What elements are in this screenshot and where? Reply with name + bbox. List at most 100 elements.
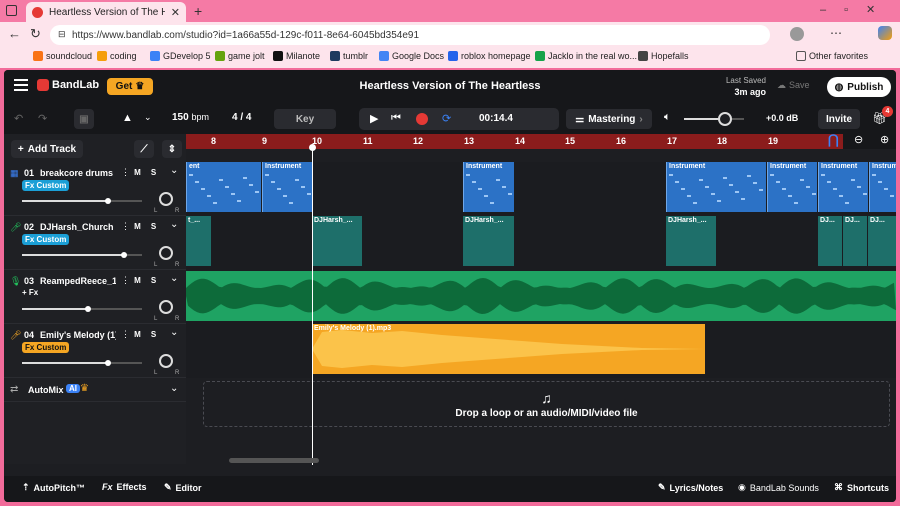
track-header-1[interactable]: ▦ 01 breakcore drums ⋮ M S ⌄ Fx Custom L R	[4, 162, 186, 216]
favorite-item[interactable]: Google Docs	[379, 51, 444, 61]
loop-region-icon[interactable]: ▣	[74, 109, 94, 129]
save-button[interactable]: ☁ Save	[777, 80, 810, 91]
track-fx-button[interactable]: Fx Custom	[22, 342, 70, 353]
track-name[interactable]: breakcore drums	[40, 168, 116, 178]
track-options-icon[interactable]: ⋮	[121, 167, 130, 178]
mute-button[interactable]: M	[132, 167, 143, 178]
audio-clip[interactable]: DJHarsh_...	[312, 216, 362, 266]
volume-thumb[interactable]	[105, 360, 111, 366]
autopitch-button[interactable]: ⇡ AutoPitch™	[22, 482, 85, 493]
redo-icon[interactable]: ↷	[38, 112, 47, 125]
tab-actions-icon[interactable]	[6, 5, 17, 16]
refresh-icon[interactable]: ↻	[30, 26, 41, 42]
bandlab-sounds-button[interactable]: ◉ BandLab Sounds	[738, 482, 819, 493]
undo-icon[interactable]: ↶	[14, 112, 23, 125]
url-field[interactable]: ⊟ https://www.bandlab.com/studio?id=1a66…	[50, 25, 770, 45]
solo-button[interactable]: S	[148, 275, 159, 286]
chevron-down-icon[interactable]: ⌄	[170, 165, 178, 176]
drop-zone[interactable]: ♫ Drop a loop or an audio/MIDI/video fil…	[203, 381, 890, 427]
solo-button[interactable]: S	[148, 329, 159, 340]
track-volume-slider[interactable]	[22, 198, 142, 204]
window-controls[interactable]: –▫✕	[820, 3, 893, 16]
pan-knob[interactable]	[159, 192, 173, 206]
volume-thumb[interactable]	[121, 252, 127, 258]
site-info-icon[interactable]: ⊟	[58, 29, 66, 40]
pan-knob[interactable]	[159, 300, 173, 314]
favorite-item[interactable]: GDevelop 5	[150, 51, 211, 61]
pan-knob[interactable]	[159, 354, 173, 368]
midi-clip[interactable]: Instrument	[463, 162, 514, 212]
copilot-icon[interactable]	[878, 26, 892, 40]
record-icon[interactable]	[416, 113, 428, 125]
audio-clip[interactable]: DJHarsh_...	[463, 216, 514, 266]
track-options-icon[interactable]: ⋮	[121, 329, 130, 340]
editor-button[interactable]: ✎ Editor	[164, 482, 202, 493]
midi-clip[interactable]: Instrument	[869, 162, 896, 212]
favorite-item[interactable]: soundcloud	[33, 51, 92, 61]
track-fx-button[interactable]: Fx Custom	[22, 180, 70, 191]
track-header-2[interactable]: 🎤︎02 DJHarsh_Church B... ⋮MS ⌄ Fx Custom L R	[4, 216, 186, 270]
shortcuts-button[interactable]: ⌘ Shortcuts	[834, 482, 889, 493]
favorite-item[interactable]: roblox homepage	[448, 51, 531, 61]
automix-row[interactable]: ⇄ AutoMix AI ♛ ⌄	[4, 378, 186, 402]
loop-icon[interactable]: ⟳	[442, 112, 451, 125]
horizontal-scrollbar[interactable]	[229, 458, 319, 463]
mute-button[interactable]: M	[132, 275, 143, 286]
other-favorites[interactable]: Other favorites	[796, 51, 868, 61]
midi-clip[interactable]: Instrument	[666, 162, 766, 212]
track-fx-button[interactable]: + Fx	[22, 288, 38, 297]
audio-clip[interactable]: DJHarsh_...	[666, 216, 716, 266]
mastering-button[interactable]: ⚌ Mastering ›	[566, 109, 652, 129]
pan-knob[interactable]	[159, 246, 173, 260]
audio-clip[interactable]: t_...	[186, 216, 211, 266]
skip-to-start-icon[interactable]: ⏮	[391, 112, 401, 125]
close-tab-icon[interactable]: ✕	[171, 6, 180, 19]
track-fx-button[interactable]: Fx Custom	[22, 234, 70, 245]
track-header-3[interactable]: 🎙︎03 ReampedReece_17... ⋮MS ⌄ + Fx L R	[4, 270, 186, 324]
metronome-dropdown-icon[interactable]: ⌄	[144, 112, 152, 123]
favorite-item[interactable]: game jolt	[215, 51, 265, 61]
mute-button[interactable]: M	[132, 329, 143, 340]
key-button[interactable]: Key	[274, 109, 336, 129]
master-volume-thumb[interactable]	[718, 112, 732, 126]
volume-thumb[interactable]	[105, 198, 111, 204]
volume-thumb[interactable]	[85, 306, 91, 312]
add-track-button[interactable]: + Add Track	[11, 140, 83, 158]
track-name[interactable]: DJHarsh_Church B...	[40, 222, 116, 232]
back-icon[interactable]: ←	[8, 26, 21, 41]
track-header-4[interactable]: 🎤︎04 Emily's Melody (1)... ⋮MS ⌄ Fx Custom L R	[4, 324, 186, 378]
chevron-down-icon[interactable]: ⌄	[170, 273, 178, 284]
lyrics-notes-button[interactable]: ✎ Lyrics/Notes	[658, 482, 723, 493]
wand-icon[interactable]: ⟋	[134, 140, 154, 158]
get-membership-button[interactable]: Get ♛	[107, 78, 153, 95]
audio-clip[interactable]: DJ...	[868, 216, 896, 266]
time-signature-field[interactable]: 4 / 4	[232, 112, 251, 123]
track-options-icon[interactable]: ⋮	[121, 221, 130, 232]
master-volume-slider[interactable]	[684, 112, 744, 126]
play-icon[interactable]: ▶	[370, 112, 378, 125]
metronome-icon[interactable]: ▲	[122, 112, 133, 124]
new-tab-icon[interactable]: +	[194, 3, 202, 19]
collapse-tracks-icon[interactable]: ⇕	[162, 140, 182, 158]
favorite-item[interactable]: tumblr	[330, 51, 368, 61]
audio-clip[interactable]: Emily's Melody (1).mp3	[312, 324, 705, 374]
audio-clip[interactable]: DJ...	[818, 216, 842, 266]
track-volume-slider[interactable]	[22, 360, 142, 366]
track-lane-1[interactable]: ent Instrument Instrument Instrument Ins…	[186, 162, 896, 216]
track-name[interactable]: Emily's Melody (1)...	[40, 330, 116, 340]
chevron-down-icon[interactable]: ⌄	[170, 383, 178, 394]
favorite-item[interactable]: Milanote	[273, 51, 320, 61]
menu-icon[interactable]: ⋯	[830, 26, 842, 40]
track-lane-4[interactable]: Emily's Melody (1).mp3	[186, 324, 896, 378]
chevron-down-icon[interactable]: ⌄	[170, 219, 178, 230]
track-lane-2[interactable]: t_... DJHarsh_... DJHarsh_... DJHarsh_..…	[186, 216, 896, 270]
track-options-icon[interactable]: ⋮	[121, 275, 130, 286]
tempo-field[interactable]: 150 bpm	[172, 112, 209, 123]
track-volume-slider[interactable]	[22, 306, 142, 312]
timeline-ruler[interactable]: 8 9 10 11 12 13 14 15 16 17 18 19	[186, 134, 896, 149]
hamburger-menu-icon[interactable]	[14, 79, 28, 91]
track-name[interactable]: ReampedReece_17...	[40, 276, 116, 286]
profile-avatar[interactable]	[790, 27, 804, 41]
effects-button[interactable]: Fx Effects	[102, 482, 147, 492]
solo-button[interactable]: S	[148, 167, 159, 178]
